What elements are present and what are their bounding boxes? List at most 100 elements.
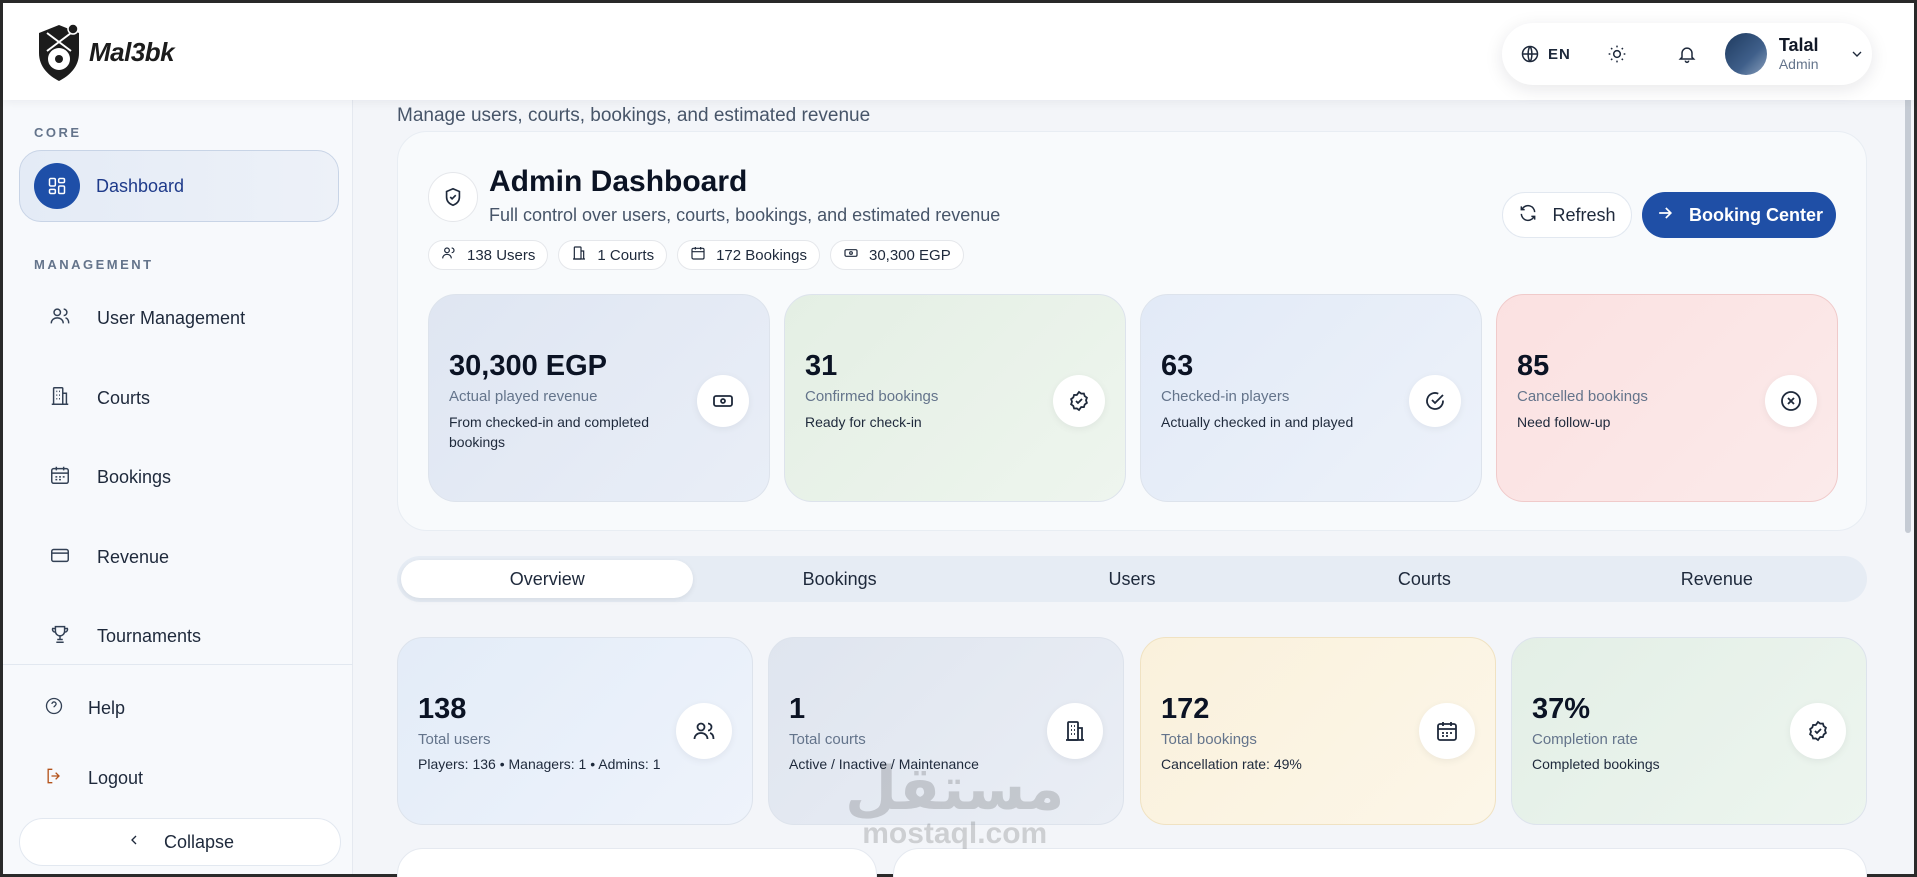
stat-description: From checked-in and completed bookings bbox=[449, 414, 649, 450]
card-icon bbox=[49, 544, 71, 571]
sidebar-item-revenue[interactable]: Revenue bbox=[19, 521, 339, 593]
refresh-icon bbox=[1518, 203, 1538, 228]
language-switcher[interactable]: EN bbox=[1520, 44, 1571, 64]
tab-revenue[interactable]: Revenue bbox=[1571, 560, 1863, 598]
chevron-down-icon bbox=[1849, 46, 1865, 62]
building-icon bbox=[49, 385, 71, 412]
stat-value: 85 bbox=[1517, 350, 1550, 382]
sidebar-item-label: Bookings bbox=[97, 466, 172, 487]
top-header: Mal3bk EN Talal Admin bbox=[3, 3, 1914, 100]
badge-check-icon bbox=[1053, 375, 1105, 427]
sidebar-item-label: Tournaments bbox=[97, 625, 202, 646]
section-label-management: MANAGEMENT bbox=[34, 257, 154, 272]
kpi-value: 172 bbox=[1161, 693, 1210, 725]
x-circle-icon bbox=[1765, 375, 1817, 427]
kpi-description: Cancellation rate: 49% bbox=[1161, 756, 1302, 772]
page-subtitle: Full control over users, courts, booking… bbox=[489, 205, 1001, 225]
dashboard-hero-card: Admin Dashboard Full control over users,… bbox=[397, 131, 1867, 531]
sidebar-divider bbox=[3, 664, 353, 665]
globe-icon bbox=[1520, 44, 1540, 64]
chart-card bbox=[893, 848, 1867, 877]
kpi-value: 1 bbox=[789, 693, 806, 725]
sidebar-item-label: User Management bbox=[97, 307, 246, 328]
calendar-icon bbox=[1419, 703, 1475, 759]
page-title: Admin Dashboard bbox=[489, 165, 748, 198]
shield-icon bbox=[428, 172, 478, 222]
kpi-card-completion: 37% Completion rate Completed bookings bbox=[1511, 637, 1867, 825]
refresh-button[interactable]: Refresh bbox=[1502, 192, 1632, 238]
kpi-card-bookings: 172 Total bookings Cancellation rate: 49… bbox=[1140, 637, 1496, 825]
sidebar-item-courts[interactable]: Courts bbox=[19, 362, 339, 434]
grid-icon bbox=[34, 163, 80, 209]
user-name: Talal bbox=[1778, 35, 1819, 55]
trophy-icon bbox=[49, 623, 71, 650]
collapse-button[interactable]: Collapse bbox=[19, 818, 341, 866]
avatar bbox=[1724, 33, 1767, 75]
money-icon bbox=[843, 245, 859, 265]
stat-card-confirmed: 31 Confirmed bookings Ready for check-in bbox=[784, 294, 1126, 502]
watermark-latin: mostaql.com bbox=[862, 817, 1048, 850]
kpi-description: Players: 136 • Managers: 1 • Admins: 1 bbox=[418, 756, 661, 772]
page-top-subtitle: Manage users, courts, bookings, and esti… bbox=[397, 105, 871, 126]
building-icon bbox=[571, 245, 587, 265]
stat-label: Checked-in players bbox=[1161, 388, 1290, 405]
stat-value: 63 bbox=[1161, 350, 1194, 382]
stat-value: 30,300 EGP bbox=[449, 350, 607, 382]
watermark: مستقل mostaql.com bbox=[845, 759, 1064, 849]
help-label: Help bbox=[88, 697, 126, 718]
sidebar-item-user-management[interactable]: User Management bbox=[19, 282, 339, 354]
kpi-label: Total users bbox=[418, 731, 491, 748]
kpi-label: Total courts bbox=[789, 731, 866, 748]
stat-card-revenue: 30,300 EGP Actual played revenue From ch… bbox=[428, 294, 770, 502]
calendar-icon bbox=[49, 464, 71, 491]
stat-description: Ready for check-in bbox=[805, 414, 922, 430]
tab-bookings[interactable]: Bookings bbox=[693, 560, 985, 598]
help-icon bbox=[44, 696, 64, 721]
users-icon bbox=[441, 245, 457, 265]
sidebar-item-logout[interactable]: Logout bbox=[19, 743, 339, 813]
watermark-arabic: مستقل bbox=[845, 755, 1065, 822]
dashboard-tabs: Overview Bookings Users Courts Revenue bbox=[397, 556, 1867, 602]
bell-icon[interactable] bbox=[1677, 44, 1697, 64]
badge-check-icon bbox=[1790, 703, 1846, 759]
users-icon bbox=[676, 703, 732, 759]
tab-courts[interactable]: Courts bbox=[1278, 560, 1570, 598]
building-icon bbox=[1047, 703, 1103, 759]
chip-courts: 1 Courts bbox=[558, 240, 668, 270]
kpi-card-users: 138 Total users Players: 136 • Managers:… bbox=[397, 637, 753, 825]
booking-center-button[interactable]: Booking Center bbox=[1642, 192, 1836, 238]
booking-center-label: Booking Center bbox=[1688, 204, 1823, 225]
sidebar-item-dashboard[interactable]: Dashboard bbox=[19, 150, 339, 222]
arrow-right-icon bbox=[1655, 203, 1675, 228]
sidebar: CORE Dashboard MANAGEMENT User Managemen… bbox=[3, 100, 353, 874]
page-scrollbar[interactable] bbox=[1905, 73, 1911, 533]
sidebar-item-label: Courts bbox=[97, 387, 151, 408]
stat-value: 31 bbox=[805, 350, 838, 382]
sidebar-item-label: Revenue bbox=[97, 546, 170, 567]
logo-shield-icon bbox=[33, 21, 85, 83]
calendar-icon bbox=[690, 245, 706, 265]
tab-users[interactable]: Users bbox=[986, 560, 1278, 598]
chip-bookings: 172 Bookings bbox=[677, 240, 820, 270]
summary-chips: 138 Users 1 Courts 172 Bookings 30,300 E… bbox=[428, 240, 964, 270]
stat-card-cancelled: 85 Cancelled bookings Need follow-up bbox=[1496, 294, 1838, 502]
logout-icon bbox=[44, 766, 64, 791]
brand-logo[interactable]: Mal3bk bbox=[33, 21, 175, 83]
sidebar-item-tournaments[interactable]: Tournaments bbox=[19, 600, 339, 672]
kpi-description: Completed bookings bbox=[1532, 756, 1660, 772]
chip-users: 138 Users bbox=[428, 240, 549, 270]
chevron-left-icon bbox=[126, 832, 142, 853]
chip-label: 1 Courts bbox=[597, 246, 655, 264]
sidebar-item-help[interactable]: Help bbox=[19, 673, 339, 743]
header-actions: EN Talal Admin bbox=[1502, 23, 1872, 85]
money-icon bbox=[697, 375, 749, 427]
section-label-core: CORE bbox=[34, 125, 82, 140]
tab-overview[interactable]: Overview bbox=[401, 560, 694, 598]
user-menu[interactable]: Talal Admin bbox=[1724, 33, 1865, 75]
stat-label: Actual played revenue bbox=[449, 388, 598, 405]
stat-description: Actually checked in and played bbox=[1161, 414, 1354, 430]
logout-label: Logout bbox=[88, 767, 144, 788]
kpi-value: 37% bbox=[1532, 693, 1591, 725]
sun-icon[interactable] bbox=[1607, 44, 1627, 64]
sidebar-item-bookings[interactable]: Bookings bbox=[19, 441, 339, 513]
